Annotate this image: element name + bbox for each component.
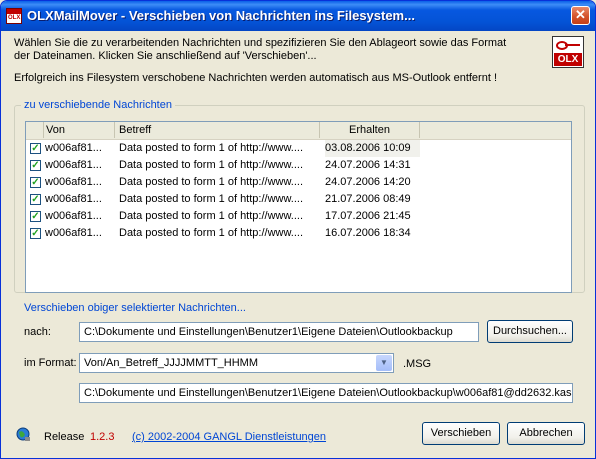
column-header-received[interactable]: Erhalten [320, 122, 420, 138]
row-from: w006af81... [45, 210, 102, 222]
row-subject: Data posted to form 1 of http://www.... [119, 176, 304, 188]
format-extension: .MSG [403, 358, 432, 370]
row-subject: Data posted to form 1 of http://www.... [119, 159, 304, 171]
messages-listview[interactable]: Von Betreff Erhalten ✓ w006af81... Data … [25, 121, 572, 293]
groupbox-title: zu verschiebende Nachrichten [21, 99, 175, 111]
release-label: Release [44, 431, 85, 443]
app-icon: OLX [6, 8, 22, 24]
row-checkbox[interactable]: ✓ [30, 143, 41, 154]
browse-button[interactable]: Durchsuchen... [487, 320, 573, 343]
list-row[interactable]: ✓ w006af81... Data posted to form 1 of h… [26, 140, 571, 157]
row-checkbox[interactable]: ✓ [30, 228, 41, 239]
copyright-link[interactable]: (c) 2002-2004 GANGL Dienstleistungen [132, 431, 326, 443]
row-checkbox[interactable]: ✓ [30, 177, 41, 188]
column-header-from[interactable]: Von [44, 122, 115, 138]
format-select-value: Von/An_Betreff_JJJJMMTT_HHMM [84, 357, 259, 369]
row-from: w006af81... [45, 142, 102, 154]
row-received: 24.07.2006 14:20 [325, 176, 411, 188]
intro-line-1: Wählen Sie die zu verarbeitenden Nachric… [14, 37, 507, 49]
row-checkbox[interactable]: ✓ [30, 194, 41, 205]
globe-icon [15, 426, 31, 442]
intro-line-3: Erfolgreich ins Filesystem verschobene N… [14, 72, 497, 84]
row-received: 21.07.2006 08:49 [325, 193, 411, 205]
format-select[interactable]: Von/An_Betreff_JJJJMMTT_HHMM ▼ [79, 353, 394, 373]
target-path-input[interactable]: C:\Dokumente und Einstellungen\Benutzer1… [79, 322, 479, 342]
list-row[interactable]: ✓ w006af81... Data posted to form 1 of h… [26, 225, 571, 242]
dialog-window: OLX OLXMailMover - Verschieben von Nachr… [0, 0, 596, 459]
row-from: w006af81... [45, 159, 102, 171]
intro-text: Wählen Sie die zu verarbeitenden Nachric… [14, 37, 534, 63]
window-title: OLXMailMover - Verschieben von Nachricht… [27, 8, 415, 23]
listview-rows: ✓ w006af81... Data posted to form 1 of h… [26, 140, 571, 242]
target-label: nach: [24, 326, 51, 338]
list-row[interactable]: ✓ w006af81... Data posted to form 1 of h… [26, 174, 571, 191]
column-header-subject[interactable]: Betreff [115, 122, 320, 138]
row-from: w006af81... [45, 176, 102, 188]
release-version: 1.2.3 [90, 431, 115, 443]
move-button[interactable]: Verschieben [422, 422, 500, 445]
row-received: 17.07.2006 21:45 [325, 210, 411, 222]
row-checkbox[interactable]: ✓ [30, 160, 41, 171]
move-section-label: Verschieben obiger selektierter Nachrich… [24, 302, 246, 314]
column-header-check[interactable] [26, 122, 44, 138]
listview-header: Von Betreff Erhalten [26, 122, 571, 140]
intro-line-2: der Dateinamen. Klicken Sie anschließend… [14, 50, 317, 62]
row-subject: Data posted to form 1 of http://www.... [119, 193, 304, 205]
row-subject: Data posted to form 1 of http://www.... [119, 227, 304, 239]
row-checkbox[interactable]: ✓ [30, 211, 41, 222]
row-from: w006af81... [45, 227, 102, 239]
row-received: 24.07.2006 14:31 [325, 159, 411, 171]
list-row[interactable]: ✓ w006af81... Data posted to form 1 of h… [26, 208, 571, 225]
close-button[interactable]: ✕ [571, 6, 590, 25]
format-label: im Format: [24, 357, 77, 369]
list-row[interactable]: ✓ w006af81... Data posted to form 1 of h… [26, 157, 571, 174]
cancel-button[interactable]: Abbrechen [507, 422, 585, 445]
row-received: 16.07.2006 18:34 [325, 227, 411, 239]
filename-preview: C:\Dokumente und Einstellungen\Benutzer1… [79, 383, 573, 403]
olx-logo: OLX [552, 36, 584, 68]
list-row[interactable]: ✓ w006af81... Data posted to form 1 of h… [26, 191, 571, 208]
row-subject: Data posted to form 1 of http://www.... [119, 142, 304, 154]
row-received: 03.08.2006 10:09 [325, 140, 420, 157]
row-from: w006af81... [45, 193, 102, 205]
row-subject: Data posted to form 1 of http://www.... [119, 210, 304, 222]
chevron-down-icon[interactable]: ▼ [376, 355, 392, 371]
title-bar[interactable]: OLX OLXMailMover - Verschieben von Nachr… [1, 1, 595, 31]
